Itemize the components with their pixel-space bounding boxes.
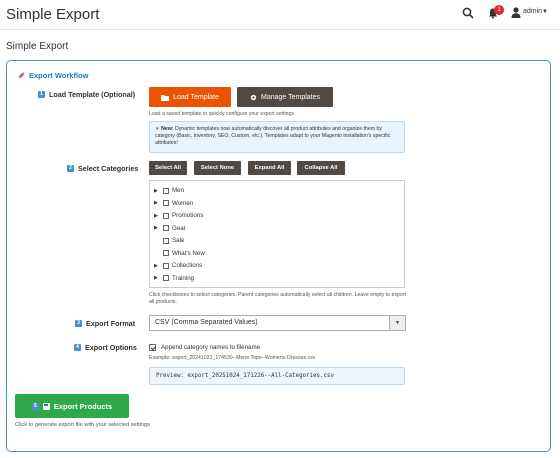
category-checkbox[interactable] <box>163 262 169 269</box>
expand-arrow-icon[interactable]: ▶ <box>154 263 160 269</box>
step2-label-text: Select Categories <box>78 164 139 173</box>
page-title: Simple Export <box>6 41 69 52</box>
load-template-label: Load Template <box>173 93 219 101</box>
tree-item-label: Men <box>172 187 185 194</box>
expand-arrow-icon[interactable]: ▶ <box>154 213 160 219</box>
categories-help: Click checkboxes to select categories. P… <box>149 292 406 305</box>
step3-label-text: Export Format <box>86 319 136 328</box>
tree-item-collections[interactable]: ▶ Collections <box>154 262 202 269</box>
panel-title-text: Export Workflow <box>29 71 89 80</box>
tree-item-label: Promotions <box>172 212 204 219</box>
expand-arrow-icon[interactable]: ▶ <box>154 225 160 231</box>
category-checkbox[interactable] <box>163 187 169 194</box>
tree-item-label: Training <box>172 274 195 282</box>
category-checkbox[interactable] <box>163 212 169 219</box>
notice-text: Dynamic templates now automatically disc… <box>155 126 391 146</box>
app-title: Simple Export <box>6 6 100 23</box>
tree-item-training[interactable]: ▶ Training <box>154 275 194 282</box>
export-products-button[interactable]: 5 Export Products <box>15 394 129 418</box>
search-icon[interactable] <box>462 7 474 19</box>
expand-arrow-icon[interactable]: ▶ <box>154 200 160 206</box>
category-checkbox[interactable] <box>163 275 169 281</box>
expand-all-button[interactable]: Expand All <box>248 161 291 175</box>
tree-item-label: What's New <box>172 249 205 257</box>
top-header: Simple Export 1 admin ▼ <box>0 0 560 30</box>
step-number-5: 5 <box>31 402 39 410</box>
tree-item-sale[interactable]: Sale <box>163 237 184 244</box>
manage-templates-label: Manage Templates <box>260 93 321 101</box>
tree-item-label: Women <box>172 199 194 207</box>
star-icon: ★ <box>155 126 160 132</box>
step4-label-text: Export Options <box>85 343 137 352</box>
user-icon[interactable] <box>511 7 521 18</box>
expand-arrow-icon[interactable]: ▶ <box>154 188 160 194</box>
export-format-value: CSV (Comma Separated Values) <box>155 319 258 326</box>
chevron-down-icon[interactable]: ▼ <box>542 9 548 15</box>
category-tree: ▶ Men ▶ Women ▶ Promotions ▶ Gear Sale W… <box>149 180 405 288</box>
category-checkbox[interactable] <box>163 225 169 231</box>
select-none-button[interactable]: Select None <box>194 161 241 175</box>
filename-preview: Preview: export_20251024_171226--All-Cat… <box>149 367 405 385</box>
select-all-button[interactable]: Select All <box>149 161 187 175</box>
step-number-2: 2 <box>67 165 74 172</box>
load-template-button[interactable]: Load Template <box>149 87 231 107</box>
step-number-1: 1 <box>38 91 45 98</box>
append-category-option[interactable]: Append category names to filename <box>149 344 260 351</box>
save-icon <box>42 402 50 410</box>
step-number-4: 4 <box>74 344 81 351</box>
gear-icon <box>250 94 257 100</box>
rocket-icon <box>17 72 25 79</box>
panel-title: Export Workflow <box>17 71 88 80</box>
tree-item-label: Sale <box>172 237 185 244</box>
step4-label: 4 Export Options <box>74 343 137 352</box>
append-category-checkbox[interactable] <box>149 344 156 351</box>
export-workflow-panel: Export Workflow 1 Load Template (Optiona… <box>6 60 551 452</box>
notice-prefix: New: <box>161 126 174 132</box>
category-checkbox[interactable] <box>163 200 169 206</box>
category-checkbox[interactable] <box>163 250 169 256</box>
chevron-down-icon[interactable]: ▼ <box>389 316 405 330</box>
tree-item-label: Gear <box>172 224 186 232</box>
collapse-all-button[interactable]: Collapse All <box>297 161 345 175</box>
tree-item-label: Collections <box>172 262 203 269</box>
step2-label: 2 Select Categories <box>67 164 138 173</box>
tree-item-gear[interactable]: ▶ Gear <box>154 225 186 232</box>
append-category-label: Append category names to filename <box>161 344 261 351</box>
folder-icon <box>161 94 170 101</box>
export-products-label: Export Products <box>53 401 113 411</box>
template-notice: ★ New: Dynamic templates now automatical… <box>149 121 405 153</box>
load-template-help: Load a saved template to quickly configu… <box>149 111 295 117</box>
tree-item-men[interactable]: ▶ Men <box>154 187 184 194</box>
expand-arrow-icon[interactable]: ▶ <box>154 275 160 281</box>
tree-item-promotions[interactable]: ▶ Promotions <box>154 212 203 219</box>
notification-badge: 1 <box>494 5 504 15</box>
tree-item-whats-new[interactable]: What's New <box>163 250 205 257</box>
step3-label: 3 Export Format <box>75 319 135 328</box>
step1-label-text: Load Template (Optional) <box>49 90 136 99</box>
step-number-3: 3 <box>75 320 82 327</box>
filename-example: Example: export_20241021_174530--Mens-To… <box>149 355 316 361</box>
username[interactable]: admin <box>523 8 542 15</box>
manage-templates-button[interactable]: Manage Templates <box>237 87 333 107</box>
category-checkbox[interactable] <box>163 237 169 244</box>
export-help: Click to generate export file with your … <box>15 422 150 428</box>
step1-label: 1 Load Template (Optional) <box>38 90 135 99</box>
export-format-select[interactable]: CSV (Comma Separated Values) ▼ <box>149 315 406 331</box>
tree-item-women[interactable]: ▶ Women <box>154 200 193 207</box>
